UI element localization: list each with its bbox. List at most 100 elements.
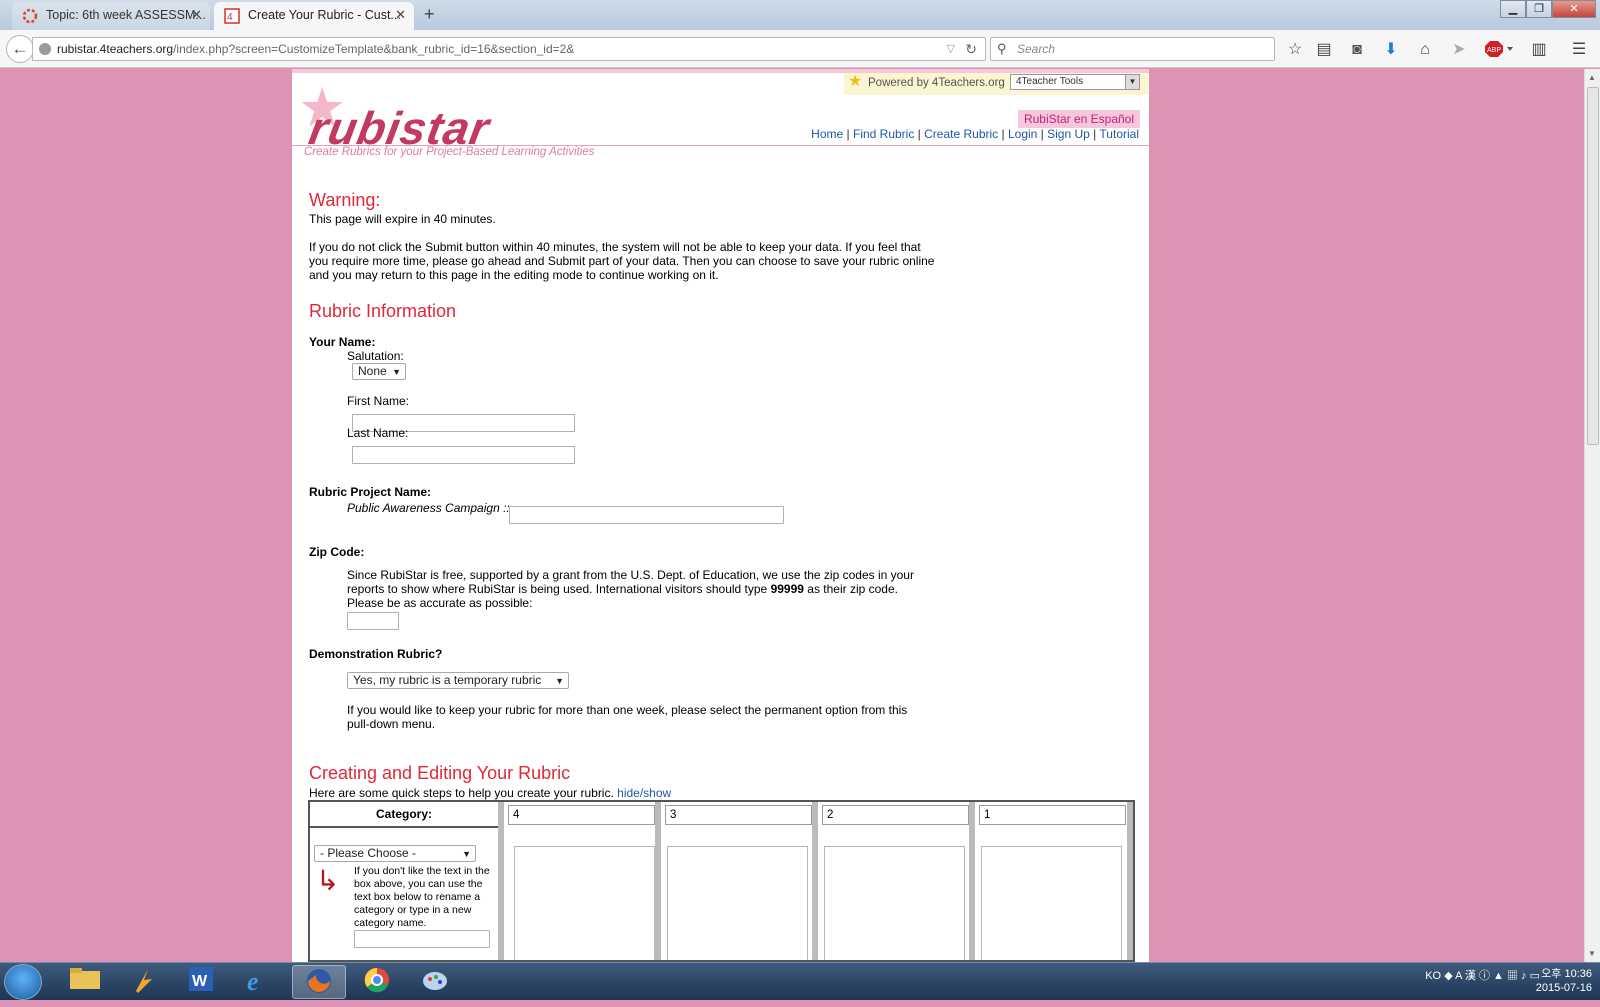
last-name-field[interactable] [352,446,575,464]
downloads-icon[interactable]: ⬇ [1380,40,1402,60]
close-window-button[interactable]: ✕ [1552,0,1596,18]
level-3-header-field[interactable]: 3 [665,805,812,825]
level-4-description-field[interactable] [514,846,655,960]
scroll-down-icon[interactable]: ▼ [1588,949,1596,958]
tab-assessment[interactable]: Topic: 6th week ASSESSM... ✕ [12,2,210,30]
category-select[interactable]: - Please Choose - ▼ [314,845,476,862]
new-tab-button[interactable]: + [424,4,435,25]
sidebar-icon[interactable]: ▥ [1528,40,1550,60]
search-placeholder: Search [1017,42,1056,56]
demonstration-select[interactable]: Yes, my rubric is a temporary rubric ▼ [347,672,569,689]
salutation-value: None [358,364,387,378]
editing-title: Creating and Editing Your Rubric [309,763,571,783]
zip-99999: 99999 [770,582,804,596]
share-icon[interactable]: ➤ [1448,40,1470,60]
clock-date: 2015-07-16 [1535,982,1592,994]
salutation-label: Salutation: [347,349,404,363]
category-name-field[interactable] [354,930,490,948]
level-2-column: 2 [818,802,975,960]
tab-label: Create Your Rubric - Cust... [248,8,401,22]
firefox-icon[interactable] [292,965,346,999]
paint-icon[interactable] [408,965,462,999]
teacher-tools-select[interactable]: 4Teacher Tools ▼ [1010,74,1140,90]
minimize-button[interactable]: ▁ [1500,0,1526,18]
espanol-link[interactable]: RubiStar en Español [1018,110,1140,128]
help-icon[interactable]: ⓘ [1479,970,1490,982]
category-column: Category: - Please Choose - ▼ ↳ If you d… [310,802,504,960]
rubistar-content: ★ Powered by 4Teachers.org 4Teacher Tool… [292,69,1149,962]
file-explorer-icon[interactable] [58,965,112,999]
search-input[interactable]: ⚲ Search [990,37,1275,61]
level-2-header-field[interactable]: 2 [822,805,969,825]
project-name-label: Rubric Project Name: [309,485,432,499]
tab-close-icon[interactable]: ✕ [395,7,406,23]
demonstration-value: Yes, my rubric is a temporary rubric [353,673,542,687]
chrome-icon[interactable] [350,965,404,999]
page-viewport: ★ Powered by 4Teachers.org 4Teacher Tool… [0,69,1584,962]
hide-show-link[interactable]: hide/show [617,786,671,800]
scroll-up-icon[interactable]: ▲ [1588,73,1596,82]
back-button[interactable]: ← [6,35,34,63]
level-3-description-field[interactable] [667,846,808,960]
project-name-field[interactable] [509,506,784,524]
site-info-icon[interactable] [39,43,51,55]
nav-home[interactable]: Home [811,127,843,141]
level-4-header-field[interactable]: 4 [508,805,655,825]
pocket-icon[interactable]: ◙ [1346,40,1368,60]
clock[interactable]: 오후 10:36 2015-07-16 [1536,967,1592,995]
system-tray: KO ◆ A 漢 ⓘ ▲ ▦ ♪ ▭ [1425,967,1540,983]
language-indicator[interactable]: KO [1425,970,1441,982]
level-3-column: 3 [661,802,818,960]
level-2-description-field[interactable] [824,846,965,960]
restore-button[interactable]: ❐ [1526,0,1552,18]
volume-icon[interactable]: ♪ [1521,970,1530,982]
windows-taskbar: W e KO ◆ A 漢 ⓘ ▲ ▦ ♪ ▭ 오후 10:36 2015-07-… [0,962,1600,1000]
category-select-value: - Please Choose - [320,846,417,860]
rubistar-favicon-icon: 4 [224,8,240,24]
tab-close-icon[interactable]: ✕ [191,7,202,23]
navigation-toolbar: ← rubistar.4teachers.org/index.php?scree… [0,30,1600,68]
nav-login[interactable]: Login [1008,127,1037,141]
level-1-description-field[interactable] [981,846,1122,960]
level-1-column: 1 [975,802,1133,960]
reload-icon[interactable]: ↻ [965,38,977,60]
word-icon[interactable]: W [174,965,228,999]
ime-icon[interactable]: ◆ A 漢 [1444,970,1479,982]
salutation-select[interactable]: None ▼ [352,363,406,380]
top-nav: Home | Find Rubric | Create Rubric | Log… [811,127,1139,141]
winamp-icon[interactable] [116,965,170,999]
zip-code-field[interactable] [347,612,399,630]
start-button[interactable] [4,964,42,1000]
tray-expand-icon[interactable]: ▲ [1493,970,1507,982]
tab-create-rubric[interactable]: 4 Create Your Rubric - Cust... ✕ [214,2,414,30]
nav-find-rubric[interactable]: Find Rubric [853,127,914,141]
editing-intro-text: Here are some quick steps to help you cr… [309,786,614,800]
svg-text:4: 4 [227,12,233,23]
nav-sign-up[interactable]: Sign Up [1047,127,1090,141]
scrollbar-thumb[interactable] [1587,87,1599,445]
category-hint: If you don't like the text in the box ab… [354,865,490,929]
network-icon[interactable]: ▦ [1507,970,1518,982]
home-icon[interactable]: ⌂ [1414,40,1436,60]
demonstration-label: Demonstration Rubric? [309,647,443,661]
search-icon: ⚲ [997,41,1007,56]
chevron-down-icon: ▼ [392,367,401,377]
internet-explorer-icon[interactable]: e [232,965,286,999]
adblock-icon[interactable]: ABP [1484,40,1516,60]
page-scrollbar[interactable]: ▲ ▼ [1584,69,1600,962]
demo-line-1: If you would like to keep your rubric fo… [347,703,908,717]
powered-by-text: Powered by 4Teachers.org [868,77,1005,89]
url-history-dropdown-icon[interactable]: ▽ [947,38,955,60]
warning-line-1: If you do not click the Submit button wi… [309,240,921,254]
reading-list-icon[interactable]: ▤ [1313,40,1335,60]
bookmark-star-icon[interactable]: ☆ [1284,40,1306,60]
nav-create-rubric[interactable]: Create Rubric [924,127,998,141]
url-bar[interactable]: rubistar.4teachers.org/index.php?screen=… [32,37,986,61]
warning-line-2: you require more time, please go ahead a… [309,254,935,268]
menu-icon[interactable]: ☰ [1568,40,1590,60]
rubistar-logo[interactable]: ★ rubistar [298,81,506,154]
level-4-column: 4 [504,802,661,960]
level-1-header-field[interactable]: 1 [979,805,1126,825]
svg-text:W: W [192,973,208,990]
nav-tutorial[interactable]: Tutorial [1099,127,1139,141]
